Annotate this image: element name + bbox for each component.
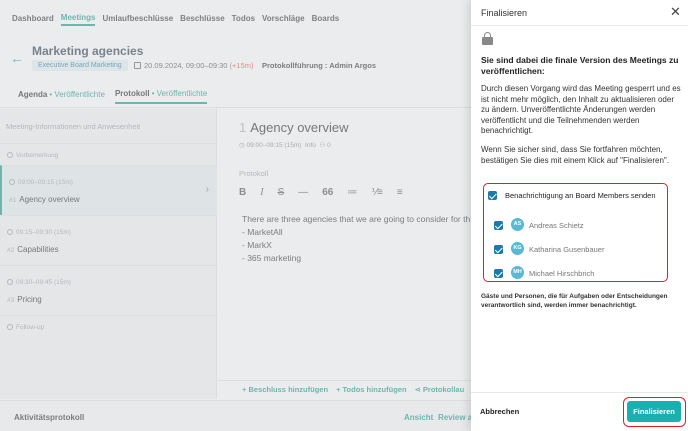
finalize-highlight: Finalisieren — [623, 397, 686, 427]
notify-board-members-checkbox[interactable] — [488, 191, 497, 200]
member-checkbox[interactable] — [494, 245, 503, 254]
notify-board-members-label[interactable]: Benachrichtigung an Board Members senden — [505, 191, 656, 200]
member-checkbox[interactable] — [494, 221, 503, 230]
modal-backdrop[interactable] — [0, 0, 471, 431]
finalize-drawer: Finalisieren ✕ Sie sind dabei die finale… — [471, 0, 688, 431]
close-icon[interactable]: ✕ — [670, 5, 681, 18]
drawer-title: Finalisieren — [481, 8, 528, 18]
member-name: Michael Hirschbrich — [529, 269, 595, 278]
drawer-footer: Abbrechen Finalisieren — [471, 392, 688, 431]
finalize-description: Durch diesen Vorgang wird das Meeting ge… — [481, 84, 681, 135]
finalize-button[interactable]: Finalisieren — [627, 401, 681, 422]
board-member-row: AS Andreas Schietz — [494, 218, 664, 232]
guest-notification-note: Gäste und Personen, die für Aufgaben ode… — [481, 293, 668, 309]
finalize-headline: Sie sind dabei die finale Version des Me… — [481, 55, 679, 76]
avatar: KG — [511, 242, 524, 255]
lock-icon — [482, 32, 493, 45]
member-checkbox[interactable] — [494, 269, 503, 278]
member-name: Andreas Schietz — [529, 221, 584, 230]
avatar: MH — [511, 266, 524, 279]
avatar: AS — [511, 218, 524, 231]
notify-board-members-section: Benachrichtigung an Board Members senden… — [483, 183, 668, 282]
board-member-row: MH Michael Hirschbrich — [494, 266, 664, 280]
cancel-button[interactable]: Abbrechen — [480, 407, 519, 416]
member-name: Katharina Gusenbauer — [529, 245, 605, 254]
drawer-header: Finalisieren ✕ — [471, 0, 688, 26]
board-member-row: KG Katharina Gusenbauer — [494, 242, 664, 256]
finalize-confirm-text: Wenn Sie sicher sind, dass Sie fortfahre… — [481, 145, 669, 165]
